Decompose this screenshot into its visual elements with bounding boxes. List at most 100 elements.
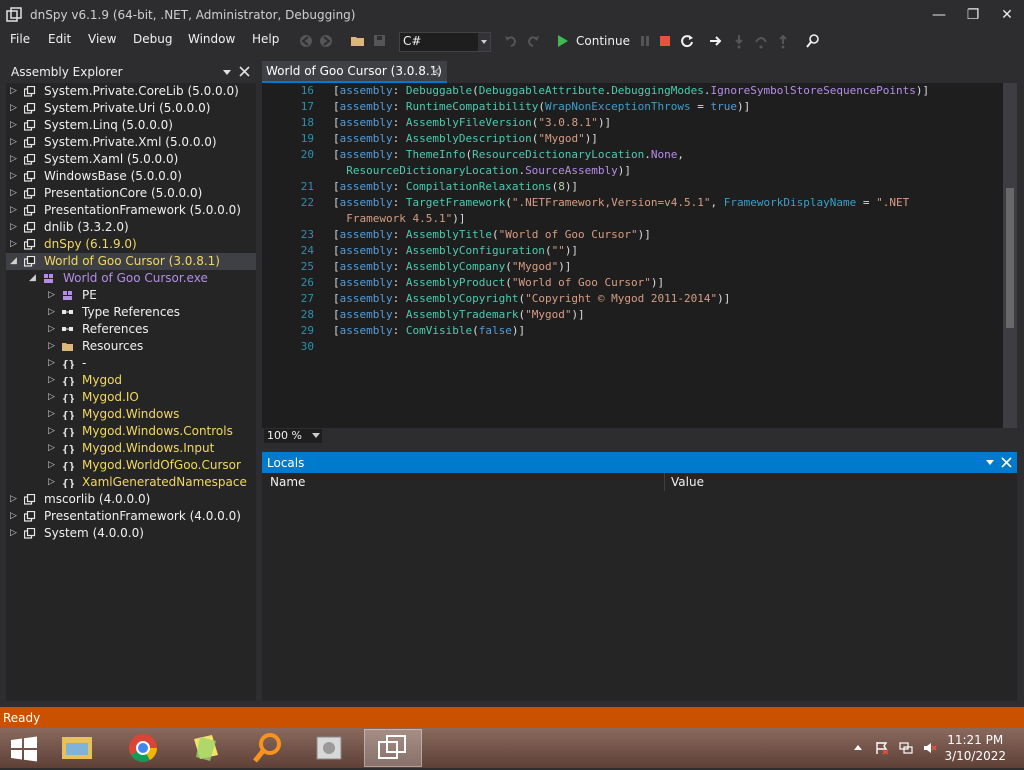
tree-item[interactable]: ▷ {} Mygod: [6, 372, 256, 389]
redo-icon[interactable]: [525, 33, 541, 49]
navigate-forward-icon[interactable]: [318, 33, 334, 49]
code-editor[interactable]: 16 [assembly: Debuggable(DebuggableAttrib…: [262, 83, 1017, 428]
tree-item[interactable]: ▷ {} Mygod.Windows: [6, 406, 256, 423]
column-header-name[interactable]: Name: [262, 473, 665, 491]
collapsed-arrow-icon[interactable]: ▷: [10, 117, 20, 134]
column-header-value[interactable]: Value: [665, 473, 1017, 491]
tree-item[interactable]: ▷ dnSpy (6.1.9.0): [6, 236, 256, 253]
panel-menu-icon[interactable]: [222, 67, 232, 77]
tab-world-of-goo-cursor[interactable]: World of Goo Cursor (3.0.8.1): [262, 61, 447, 83]
collapsed-arrow-icon[interactable]: ▷: [48, 372, 58, 389]
tree-item[interactable]: ▷ {} Mygod.Windows.Input: [6, 440, 256, 457]
collapsed-arrow-icon[interactable]: ▷: [10, 134, 20, 151]
menu-debug[interactable]: Debug: [133, 32, 172, 46]
tree-item[interactable]: ▷ PresentationFramework (5.0.0.0): [6, 202, 256, 219]
maximize-button[interactable]: ❐: [958, 4, 988, 26]
collapsed-arrow-icon[interactable]: ▷: [10, 202, 20, 219]
step-out-icon[interactable]: [775, 33, 791, 49]
system-clock[interactable]: 11:21 PM 3/10/2022: [944, 732, 1006, 764]
stop-icon[interactable]: [657, 33, 673, 49]
collapsed-arrow-icon[interactable]: ▷: [48, 457, 58, 474]
navigate-back-icon[interactable]: [298, 33, 314, 49]
tree-item[interactable]: ▷ dnlib (3.3.2.0): [6, 219, 256, 236]
collapsed-arrow-icon[interactable]: ▷: [48, 321, 58, 338]
menu-edit[interactable]: Edit: [48, 32, 71, 46]
collapsed-arrow-icon[interactable]: ▷: [48, 440, 58, 457]
taskbar-app[interactable]: [300, 729, 358, 767]
tree-item[interactable]: ▷ System.Private.CoreLib (5.0.0.0): [6, 83, 256, 100]
tree-item[interactable]: ▷ mscorlib (4.0.0.0): [6, 491, 256, 508]
volume-muted-icon[interactable]: [923, 741, 937, 755]
zoom-select[interactable]: 100 %: [264, 429, 322, 443]
expanded-arrow-icon[interactable]: ◢: [10, 253, 20, 270]
close-panel-icon[interactable]: [239, 66, 250, 77]
step-into-icon[interactable]: [731, 33, 747, 49]
tree-item[interactable]: ▷ {} Mygod.Windows.Controls: [6, 423, 256, 440]
menu-file[interactable]: File: [10, 32, 30, 46]
menu-window[interactable]: Window: [188, 32, 235, 46]
tree-item[interactable]: ▷ System.Linq (5.0.0.0): [6, 117, 256, 134]
tree-item[interactable]: ▷ WindowsBase (5.0.0.0): [6, 168, 256, 185]
menu-help[interactable]: Help: [252, 32, 279, 46]
tree-item[interactable]: ◢ World of Goo Cursor (3.0.8.1): [6, 253, 256, 270]
tree-item[interactable]: ▷ {} Mygod.WorldOfGoo.Cursor: [6, 457, 256, 474]
tree-item[interactable]: ▷ {} XamlGeneratedNamespace: [6, 474, 256, 491]
collapsed-arrow-icon[interactable]: ▷: [10, 151, 20, 168]
network-icon[interactable]: [899, 741, 913, 755]
collapsed-arrow-icon[interactable]: ▷: [48, 423, 58, 440]
collapsed-arrow-icon[interactable]: ▷: [48, 338, 58, 355]
restart-icon[interactable]: [679, 33, 695, 49]
tree-item[interactable]: ▷ System.Xaml (5.0.0.0): [6, 151, 256, 168]
undo-icon[interactable]: [503, 33, 519, 49]
close-tab-icon[interactable]: [431, 67, 440, 76]
show-next-statement-icon[interactable]: [708, 33, 724, 49]
open-folder-icon[interactable]: [350, 33, 366, 49]
collapsed-arrow-icon[interactable]: ▷: [10, 83, 20, 100]
tree-item[interactable]: ▷ References: [6, 321, 256, 338]
close-button[interactable]: ✕: [992, 4, 1022, 26]
search-icon[interactable]: [805, 33, 821, 49]
collapsed-arrow-icon[interactable]: ▷: [10, 508, 20, 525]
collapsed-arrow-icon[interactable]: ▷: [48, 287, 58, 304]
editor-vertical-scrollbar[interactable]: [1003, 83, 1017, 428]
tree-item[interactable]: ▷ {} Mygod.IO: [6, 389, 256, 406]
collapsed-arrow-icon[interactable]: ▷: [48, 474, 58, 491]
collapsed-arrow-icon[interactable]: ▷: [48, 389, 58, 406]
scrollbar-thumb[interactable]: [1006, 188, 1014, 328]
taskbar-dnspy[interactable]: [364, 729, 422, 767]
language-select[interactable]: C#: [399, 32, 491, 52]
panel-menu-icon[interactable]: [985, 459, 995, 467]
tree-item[interactable]: ▷ System (4.0.0.0): [6, 525, 256, 542]
continue-play-icon[interactable]: [555, 33, 571, 49]
taskbar-chrome[interactable]: [114, 729, 172, 767]
pause-icon[interactable]: [637, 33, 653, 49]
tree-item[interactable]: ◢ World of Goo Cursor.exe: [6, 270, 256, 287]
collapsed-arrow-icon[interactable]: ▷: [48, 355, 58, 372]
collapsed-arrow-icon[interactable]: ▷: [48, 304, 58, 321]
tree-item[interactable]: ▷ Resources: [6, 338, 256, 355]
close-panel-icon[interactable]: [1001, 457, 1012, 468]
collapsed-arrow-icon[interactable]: ▷: [10, 185, 20, 202]
tree-item[interactable]: ▷ System.Private.Uri (5.0.0.0): [6, 100, 256, 117]
collapsed-arrow-icon[interactable]: ▷: [10, 236, 20, 253]
tree-item[interactable]: ▷ System.Private.Xml (5.0.0.0): [6, 134, 256, 151]
taskbar-file-explorer[interactable]: [48, 729, 106, 767]
continue-button-label[interactable]: Continue: [576, 34, 630, 48]
step-over-icon[interactable]: [753, 33, 769, 49]
taskbar-sticky-notes[interactable]: [176, 729, 234, 767]
action-center-flag-icon[interactable]: [875, 741, 889, 755]
taskbar-search-app[interactable]: [238, 729, 296, 767]
windows-start-icon[interactable]: [10, 736, 38, 762]
tree-item[interactable]: ▷ {} -: [6, 355, 256, 372]
collapsed-arrow-icon[interactable]: ▷: [10, 525, 20, 542]
minimize-button[interactable]: —: [924, 4, 954, 26]
menu-view[interactable]: View: [88, 32, 116, 46]
collapsed-arrow-icon[interactable]: ▷: [48, 406, 58, 423]
collapsed-arrow-icon[interactable]: ▷: [10, 219, 20, 236]
tree-item[interactable]: ▷ PresentationCore (5.0.0.0): [6, 185, 256, 202]
collapsed-arrow-icon[interactable]: ▷: [10, 491, 20, 508]
save-all-icon[interactable]: [372, 33, 388, 49]
tree-item[interactable]: ▷ PE: [6, 287, 256, 304]
collapsed-arrow-icon[interactable]: ▷: [10, 100, 20, 117]
tree-item[interactable]: ▷ PresentationFramework (4.0.0.0): [6, 508, 256, 525]
